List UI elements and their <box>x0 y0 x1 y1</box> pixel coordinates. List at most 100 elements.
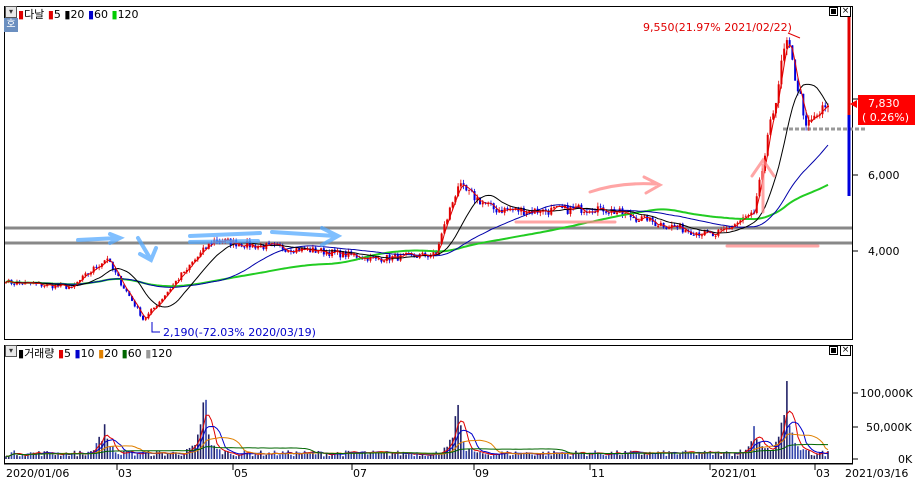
volume-bar <box>13 450 16 459</box>
candle-body <box>43 285 46 287</box>
volume-bar <box>166 453 169 459</box>
panel-menu-icon[interactable]: ▾ <box>5 6 17 18</box>
volume-bar <box>435 451 437 459</box>
volume-bar <box>216 448 218 459</box>
volume-bar <box>640 454 643 459</box>
corner-icon[interactable]: 호 <box>4 18 18 32</box>
candle-body <box>243 246 246 248</box>
candle-body <box>383 260 386 262</box>
volume-bar <box>139 454 142 459</box>
candle-body <box>421 252 424 255</box>
volume-bar <box>703 450 706 459</box>
volume-bar <box>473 451 476 459</box>
candle-body <box>785 40 788 49</box>
volume-bar <box>586 456 588 459</box>
volume-bar <box>676 454 679 459</box>
volume-bar <box>517 454 520 459</box>
volume-bar <box>394 453 396 459</box>
legend-ma60: ▮60 <box>88 8 108 21</box>
volume-bar <box>797 446 799 459</box>
volume-maximize-icon[interactable] <box>829 346 838 355</box>
volume-bar <box>68 455 70 459</box>
candle-body <box>692 234 695 236</box>
candle-body <box>84 273 87 276</box>
volume-bar <box>577 453 580 459</box>
y-tick-6000: 6,000 <box>868 169 900 182</box>
volume-bar <box>76 456 79 459</box>
candle-body <box>824 105 827 108</box>
volume-bar <box>575 450 577 459</box>
current-price-badge: 7,830 ( 0.26%) <box>850 95 915 125</box>
volume-bar <box>769 450 772 459</box>
volume-bar <box>51 454 54 459</box>
volume-bar <box>257 455 259 459</box>
volume-bar <box>405 454 407 459</box>
volume-bar <box>221 454 224 459</box>
volume-bar <box>128 452 131 459</box>
volume-bar <box>777 436 780 459</box>
x-label-2: 05 <box>234 467 248 480</box>
x-label-0: 2020/01/06 <box>6 467 69 480</box>
volume-bar <box>665 455 668 459</box>
price-maximize-icon[interactable] <box>829 7 838 16</box>
volume-bar <box>344 450 347 459</box>
volume-bar <box>438 454 440 459</box>
price-close-icon[interactable]: × <box>840 6 851 17</box>
volume-bar <box>301 454 303 459</box>
candle-body <box>13 283 16 285</box>
volume-bar <box>410 453 413 459</box>
volume-bar <box>679 453 681 459</box>
volume-bars <box>5 381 829 459</box>
volume-bar <box>150 456 153 459</box>
candle-body <box>720 229 723 231</box>
volume-bar <box>276 455 279 459</box>
ma5-line <box>5 43 829 319</box>
candle-body <box>481 202 484 205</box>
volume-bar <box>509 455 511 459</box>
candle-body <box>714 235 717 237</box>
candle-body <box>183 271 186 273</box>
x-label-4: 09 <box>475 467 489 480</box>
price-panel-border <box>4 6 853 340</box>
volume-bar <box>60 455 62 459</box>
candle-body <box>426 256 429 258</box>
volume-close-icon[interactable]: × <box>840 345 851 356</box>
volume-bar <box>764 448 766 459</box>
vma120-label: 120 <box>151 347 173 360</box>
volume-bar <box>821 450 824 459</box>
candle-body <box>700 235 703 237</box>
current-price: 7,830 <box>868 97 900 110</box>
x-label-1: 03 <box>118 467 132 480</box>
volume-bar <box>180 455 183 459</box>
volume-bar <box>550 455 553 459</box>
volume-bar <box>766 447 769 459</box>
ma5-label: 5 <box>53 8 61 21</box>
volume-bar <box>564 453 566 459</box>
low-annotation: 2,190(-72.03% 2020/03/19) <box>163 326 316 339</box>
candle-body <box>122 285 125 289</box>
volume-bar <box>281 451 284 459</box>
volume-bar <box>358 453 361 459</box>
volume-bar <box>188 447 191 459</box>
volume-bar <box>183 454 185 459</box>
volume-bar <box>468 448 470 459</box>
volume-bar <box>235 456 237 459</box>
vol-tick-100000: 100,000K <box>860 387 913 400</box>
volume-bar <box>114 452 117 459</box>
candle-body <box>495 209 498 213</box>
ma60-label: 60 <box>94 8 108 21</box>
volume-bar <box>684 450 687 459</box>
high-annotation: 9,550(21.97% 2021/02/22) <box>643 21 792 34</box>
volume-bar <box>646 455 648 459</box>
volume-bar <box>227 451 229 459</box>
candles <box>5 37 829 322</box>
volume-bar <box>16 455 18 459</box>
volume-bar <box>262 455 265 459</box>
volume-bar <box>24 456 26 459</box>
current-change: ( 0.26%) <box>862 111 909 124</box>
x-label-6: 2021/01 <box>711 467 757 480</box>
volume-bar <box>265 454 268 459</box>
volume-bar <box>109 446 111 459</box>
candle-body <box>657 225 660 227</box>
volume-menu-icon[interactable]: ▾ <box>5 345 17 357</box>
